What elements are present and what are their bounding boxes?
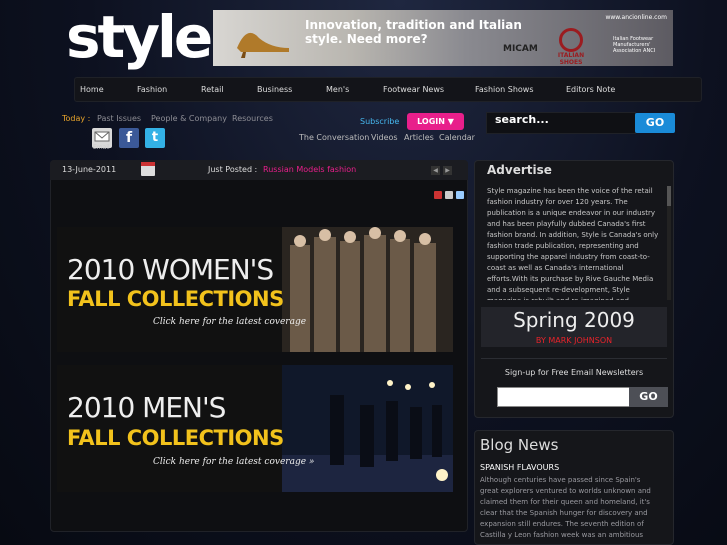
today-label: Today : [62, 114, 91, 123]
search-go-button[interactable]: GO [635, 113, 675, 133]
nav-item-editors-note[interactable]: Editors Note [566, 85, 615, 94]
banner-headline: Innovation, tradition and Italian style.… [305, 18, 522, 46]
print-icon[interactable] [445, 191, 453, 199]
advertise-text: Style magazine has been the voice of the… [487, 187, 659, 300]
search-input[interactable]: search... [486, 112, 636, 134]
mens-fall-collections-promo[interactable]: 2010 MEN'S FALL COLLECTIONS Click here f… [57, 365, 453, 492]
subscribe-link[interactable]: Subscribe [360, 117, 399, 126]
link-people-company[interactable]: People & Company [151, 114, 227, 123]
spring-2009-feature[interactable]: Spring 2009 BY MARK JOHNSON [481, 307, 667, 347]
advertise-scrollbar[interactable] [667, 186, 671, 300]
blog-news-title: Blog News [480, 436, 559, 454]
link-calendar[interactable]: Calendar [439, 133, 475, 142]
nav-item-home[interactable]: Home [80, 85, 104, 94]
just-posted-link[interactable]: Russian Models fashion [263, 165, 356, 174]
next-arrow-icon[interactable]: ▶ [443, 166, 452, 175]
banner-micam-logo: MICAM [503, 44, 538, 54]
email-share-icon[interactable] [456, 191, 464, 199]
link-resources[interactable]: Resources [232, 114, 273, 123]
link-past-issues[interactable]: Past Issues [97, 114, 141, 123]
promo-line1: 2010 WOMEN'S [67, 253, 274, 286]
spring-byline: BY MARK JOHNSON [535, 336, 613, 345]
promo-cta: Click here for the latest coverage [153, 317, 307, 327]
facebook-icon[interactable]: f [119, 128, 139, 148]
twitter-icon[interactable]: t [145, 128, 165, 148]
blog-post-excerpt: Although centuries have passed since Spa… [480, 476, 651, 539]
calendar-icon[interactable] [141, 162, 155, 176]
banner-ad[interactable]: Innovation, tradition and Italian style.… [213, 10, 673, 66]
current-date: 13-June-2011 [62, 165, 117, 174]
sidebar-divider [481, 358, 667, 359]
nav-item-retail[interactable]: Retail [201, 85, 224, 94]
promo-line2: FALL COLLECTIONS [67, 287, 284, 311]
promo-line1: 2010 MEN'S [67, 391, 226, 424]
link-articles[interactable]: Articles [404, 133, 434, 142]
newsletter-go-button[interactable]: GO [629, 387, 668, 407]
italian-shoes-text: ITALIAN SHOES [557, 52, 585, 66]
womens-fall-collections-promo[interactable]: 2010 WOMEN'S FALL COLLECTIONS Click here… [57, 227, 453, 352]
italian-shoes-logo: ITALIAN SHOES [551, 28, 591, 66]
promo-cta: Click here for the latest coverage » [153, 457, 315, 467]
prev-arrow-icon[interactable]: ◀ [431, 166, 440, 175]
anci-association-text: Italian Footwear Manufacturers' Associat… [613, 36, 656, 54]
nav-item-business[interactable]: Business [257, 85, 292, 94]
nav-item-fashion-shows[interactable]: Fashion Shows [475, 85, 534, 94]
nav-item-footwear-news[interactable]: Footwear News [383, 85, 444, 94]
site-logo[interactable]: style [66, 2, 213, 72]
newsletter-email-input[interactable] [497, 387, 630, 407]
login-button[interactable]: LOGIN ▼ [407, 113, 464, 130]
shoe-icon [237, 32, 289, 58]
spring-title: Spring 2009 [513, 308, 635, 332]
banner-url: www.ancionline.com [605, 14, 667, 21]
nav-item-fashion[interactable]: Fashion [137, 85, 167, 94]
nav-item-mens[interactable]: Men's [326, 85, 349, 94]
runway-women-image [282, 227, 453, 352]
promo-line2: FALL COLLECTIONS [67, 426, 284, 450]
pdf-icon[interactable] [434, 191, 442, 199]
login-label: LOGIN [417, 117, 445, 126]
link-the-conversation[interactable]: The Conversation [299, 133, 369, 142]
advertise-title: Advertise [487, 163, 552, 177]
main-nav: Home Fashion Retail Business Men's Footw… [74, 77, 702, 102]
newsletter-label: Sign-up for Free Email Newsletters [504, 368, 644, 377]
italian-shoes-mark-icon [559, 28, 583, 52]
runway-men-image [282, 365, 453, 492]
just-posted-label: Just Posted : [208, 165, 258, 174]
email-label: Email [93, 144, 110, 151]
blog-post-title[interactable]: SPANISH FLAVOURS [480, 463, 559, 472]
link-videos[interactable]: Videos [371, 133, 398, 142]
chevron-down-icon: ▼ [447, 117, 454, 126]
